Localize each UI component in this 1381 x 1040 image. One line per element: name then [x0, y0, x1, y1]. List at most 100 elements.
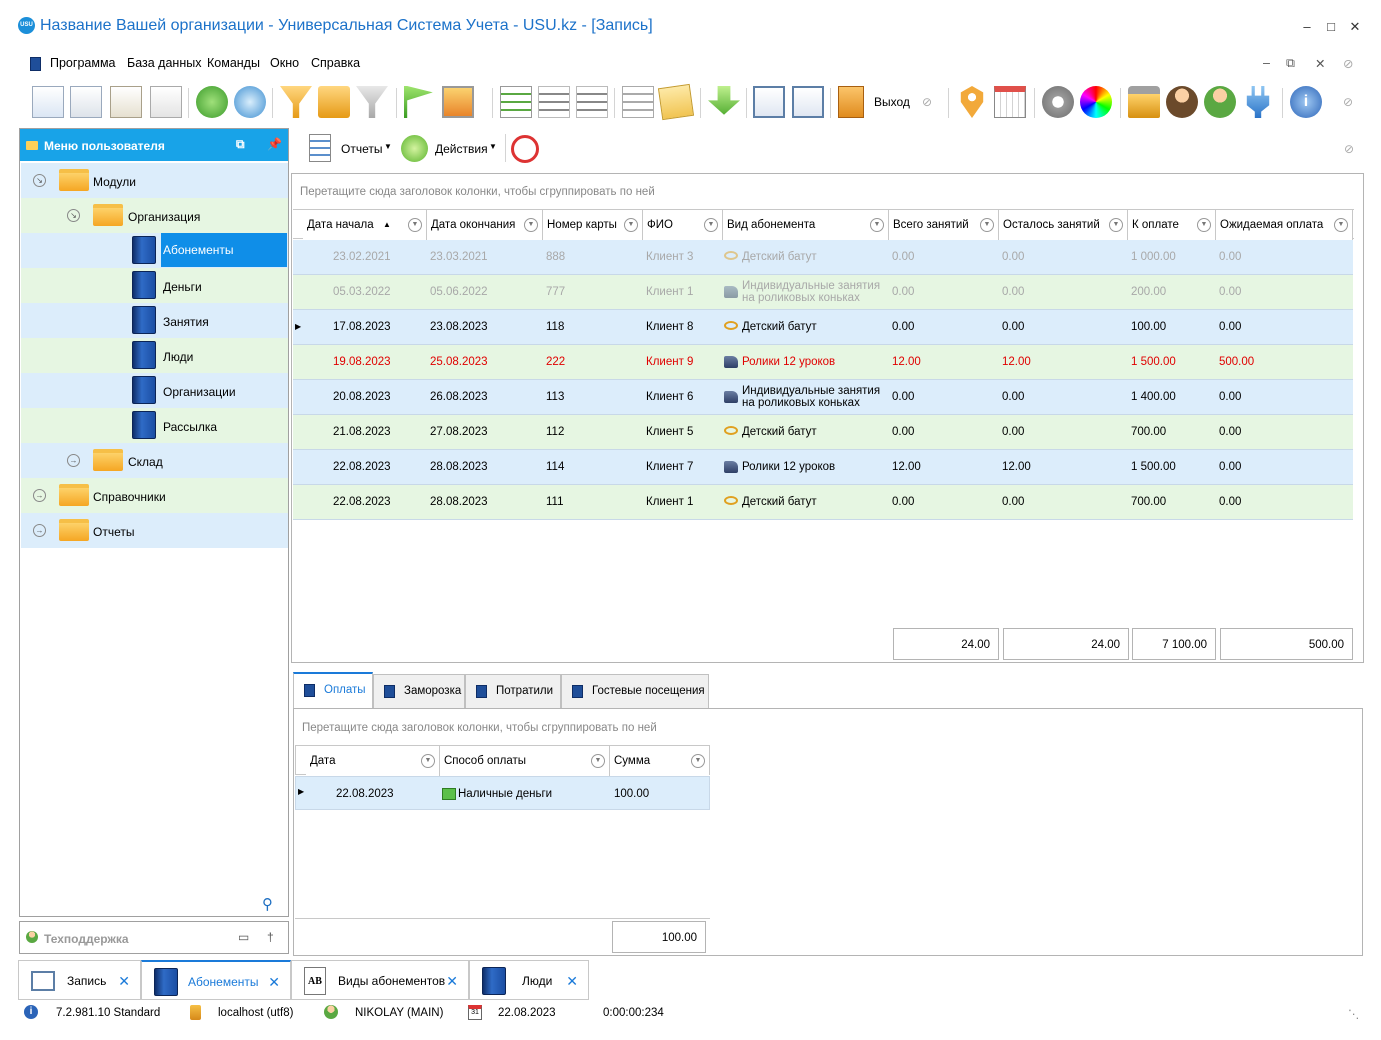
expand-icon[interactable]: →	[67, 454, 80, 467]
timer-clock-icon[interactable]	[511, 135, 539, 163]
tree-item-references[interactable]: → Справочники	[21, 478, 288, 513]
table-row[interactable]: 22.08.2023 28.08.2023 111 Клиент 1 Детский б…	[293, 485, 1353, 520]
menu-help[interactable]: Справка	[311, 56, 360, 70]
search-icon[interactable]	[234, 86, 266, 118]
filter-icon[interactable]: ▼	[870, 218, 884, 232]
minimize-icon[interactable]: –	[1298, 18, 1316, 36]
filter-icon[interactable]: ▼	[704, 218, 718, 232]
filter-icon[interactable]: ▼	[421, 754, 435, 768]
filter-icon[interactable]: ▼	[624, 218, 638, 232]
plugin-icon[interactable]	[1246, 86, 1270, 118]
notes-icon[interactable]	[657, 83, 695, 121]
col-date[interactable]: Дата ▼	[306, 746, 440, 776]
filter-icon[interactable]: ▼	[591, 754, 605, 768]
table-row[interactable]: ▶ 17.08.2023 23.08.2023 118 Клиент 8 Детский …	[293, 310, 1353, 345]
table-row[interactable]: 21.08.2023 27.08.2023 112 Клиент 5 Детский б…	[293, 415, 1353, 450]
panel-pin-icon[interactable]: 📌	[267, 137, 282, 151]
col-payment-method[interactable]: Способ оплаты ▼	[440, 746, 610, 776]
menu-commands[interactable]: Команды	[207, 56, 260, 70]
group-list-icon[interactable]	[500, 86, 532, 118]
col-total-lessons[interactable]: Всего занятий ▼	[889, 210, 999, 240]
doc-tab-subscriptions[interactable]: Абонементы ✕	[141, 960, 291, 1000]
table-row[interactable]: 05.03.2022 05.06.2022 777 Клиент 1 Индивидуа…	[293, 275, 1353, 310]
tree-item-lessons[interactable]: Занятия	[21, 303, 288, 338]
info-icon[interactable]: i	[1290, 86, 1322, 118]
exit-button[interactable]: Выход	[874, 95, 910, 109]
edit-record-icon[interactable]	[110, 86, 142, 118]
filter-icon[interactable]: ▼	[1109, 218, 1123, 232]
mdi-close-icon[interactable]: ✕	[1315, 56, 1325, 71]
exit-door-icon[interactable]	[838, 86, 864, 118]
col-subscription-type[interactable]: Вид абонемента ▼	[723, 210, 889, 240]
tree-item-organization[interactable]: ↘ Организация	[21, 198, 288, 233]
support-minimize-icon[interactable]: ▭	[238, 930, 249, 944]
tab-freeze[interactable]: Заморозка	[373, 674, 465, 708]
support-panel[interactable]: Техподдержка ▭ †	[19, 921, 289, 954]
table-row[interactable]: 22.08.2023 28.08.2023 114 Клиент 7 Ролики 12…	[293, 450, 1353, 485]
close-all-windows-icon[interactable]	[792, 86, 824, 118]
mdi-restore-icon[interactable]: ⧉	[1286, 56, 1295, 71]
resize-grip-icon[interactable]: ⋱	[1348, 1007, 1360, 1021]
mdi-minimize-icon[interactable]: –	[1263, 56, 1270, 70]
collapse-icon[interactable]: ↘	[33, 174, 46, 187]
subtoolbar-chevron-icon[interactable]: ⊘	[1344, 142, 1354, 156]
col-name[interactable]: ФИО ▼	[643, 210, 723, 240]
calendar-icon[interactable]	[994, 86, 1026, 118]
users-icon[interactable]	[1204, 86, 1236, 118]
doc-tab-people[interactable]: Люди ✕	[469, 960, 589, 1000]
expand-icon[interactable]: →	[33, 524, 46, 537]
doc-tab-record[interactable]: Запись ✕	[18, 960, 141, 1000]
menu-database[interactable]: База данных	[127, 56, 201, 70]
delete-record-icon[interactable]	[150, 86, 182, 118]
clear-filter-icon[interactable]	[356, 86, 388, 118]
flag-icon[interactable]	[404, 86, 433, 118]
table-row[interactable]: 23.02.2021 23.03.2021 888 Клиент 3 Детский б…	[293, 240, 1353, 275]
location-pin-icon[interactable]	[960, 86, 984, 118]
col-expected-payment[interactable]: Ожидаемая оплата ▼	[1216, 210, 1353, 240]
download-icon[interactable]	[708, 86, 740, 115]
doc-tab-close-icon[interactable]: ✕	[566, 961, 578, 1001]
filter-edit-icon[interactable]	[318, 86, 350, 118]
doc-tab-close-icon[interactable]: ✕	[118, 961, 130, 1001]
exit-chevron-icon[interactable]: ⊘	[922, 95, 932, 109]
tree-item-reports[interactable]: → Отчеты	[21, 513, 288, 548]
tree-item-mailing[interactable]: Рассылка	[21, 408, 288, 443]
tree-item-organizations[interactable]: Организации	[21, 373, 288, 408]
menu-program[interactable]: Программа	[50, 56, 116, 70]
filter-icon[interactable]: ▼	[691, 754, 705, 768]
doc-tab-close-icon[interactable]: ✕	[446, 961, 458, 1001]
tree-item-money[interactable]: Деньги	[21, 268, 288, 303]
close-window-icon[interactable]	[753, 86, 785, 118]
tab-payments[interactable]: Оплаты	[293, 672, 373, 708]
col-sum[interactable]: Сумма ▼	[610, 746, 709, 776]
tree-item-people[interactable]: Люди	[21, 338, 288, 373]
maximize-icon[interactable]: □	[1322, 18, 1340, 36]
filter-icon[interactable]: ▼	[980, 218, 994, 232]
toolbar-chevron-icon[interactable]: ⊘	[1343, 95, 1353, 109]
actions-dropdown-icon[interactable]: ▼	[489, 142, 497, 151]
filter-icon[interactable]: ▼	[524, 218, 538, 232]
reports-icon[interactable]	[309, 134, 331, 162]
col-end-date[interactable]: Дата окончания ▼	[427, 210, 543, 240]
lock-icon[interactable]	[1128, 86, 1160, 118]
tree-collapse-icon[interactable]	[538, 86, 570, 118]
refresh-icon[interactable]	[196, 86, 228, 118]
filter-icon[interactable]: ▼	[1197, 218, 1211, 232]
tree-expand-icon[interactable]	[576, 86, 608, 118]
table-row[interactable]: 19.08.2023 25.08.2023 222 Клиент 9 Ролики 12…	[293, 345, 1353, 380]
menu-window[interactable]: Окно	[270, 56, 299, 70]
table-row[interactable]: ▶ 22.08.2023 Наличные деньги 100.00	[295, 776, 710, 810]
tab-guest-visits[interactable]: Гостевые посещения	[561, 674, 709, 708]
col-lessons-left[interactable]: Осталось занятий ▼	[999, 210, 1128, 240]
panel-search-icon[interactable]: ⚲	[262, 895, 273, 913]
reports-button[interactable]: Отчеты	[341, 142, 382, 156]
col-to-pay[interactable]: К оплате ▼	[1128, 210, 1216, 240]
doc-tab-subscription-types[interactable]: AB Виды абонементов ✕	[291, 960, 469, 1000]
filter-icon[interactable]: ▼	[408, 218, 422, 232]
image-icon[interactable]	[442, 86, 474, 118]
color-wheel-icon[interactable]	[1080, 86, 1112, 118]
add-record-icon[interactable]	[32, 86, 64, 118]
close-icon[interactable]: ✕	[1346, 18, 1364, 36]
expand-icon[interactable]: →	[33, 489, 46, 502]
table-row[interactable]: 20.08.2023 26.08.2023 113 Клиент 6 Индивидуа…	[293, 380, 1353, 415]
